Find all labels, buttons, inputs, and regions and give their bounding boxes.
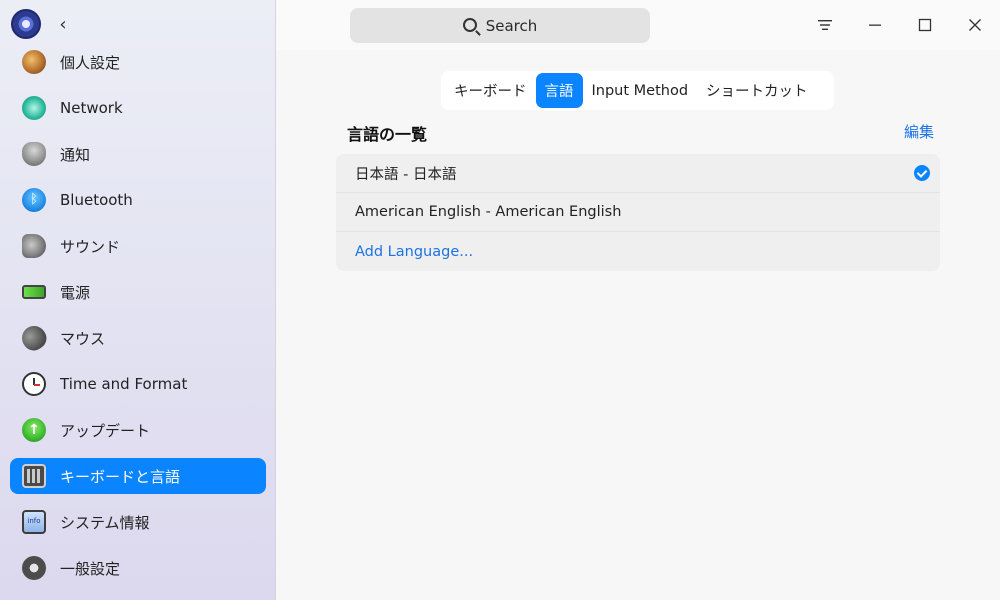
sidebar-item-label: システム情報 [60,513,150,532]
settings-tabs: キーボード 言語 Input Method ショートカット [441,71,834,110]
language-list: 日本語 - 日本語 American English - American En… [336,154,940,271]
sidebar-item-label: Time and Format [60,375,188,393]
menu-button[interactable] [813,13,837,37]
battery-icon [22,285,46,299]
sidebar-item-sound[interactable]: サウンド [10,228,266,264]
minimize-button[interactable] [863,13,887,37]
maximize-button[interactable] [913,13,937,37]
search-placeholder: Search [485,16,538,35]
speaker-icon [22,234,46,258]
minimize-icon [869,24,881,26]
sidebar-nav: 個人設定 Network 通知 ᛒ Bluetooth サウンド 電源 マウス [10,44,266,596]
update-arrow-icon: ↑ [22,418,46,442]
sidebar-item-label: マウス [60,329,106,348]
clock-icon [22,372,46,396]
general-settings-icon [22,556,46,580]
hamburger-menu-icon [818,20,832,30]
close-icon [969,19,981,31]
language-item-japanese[interactable]: 日本語 - 日本語 [336,154,940,193]
sidebar-item-general[interactable]: 一般設定 [10,550,266,586]
notification-bell-icon [22,142,46,166]
sidebar-item-label: Bluetooth [60,191,133,209]
sidebar-item-label: キーボードと言語 [60,467,181,486]
language-label: American English - American English [355,204,622,220]
tab-language[interactable]: 言語 [535,73,583,108]
sidebar-item-label: 一般設定 [60,559,121,578]
language-item-english[interactable]: American English - American English [336,193,940,232]
tab-input-method[interactable]: Input Method [583,73,698,108]
sidebar-item-bluetooth[interactable]: ᛒ Bluetooth [10,182,266,218]
sidebar-item-personalization[interactable]: 個人設定 [10,44,266,80]
add-language-button[interactable]: Add Language... [336,232,940,271]
sidebar-item-mouse[interactable]: マウス [10,320,266,356]
add-language-label: Add Language... [355,243,474,260]
close-button[interactable] [963,13,987,37]
sidebar-item-system-info[interactable]: info システム情報 [10,504,266,540]
sidebar-item-notification[interactable]: 通知 [10,136,266,172]
tab-keyboard[interactable]: キーボード [445,73,536,108]
personalization-icon [22,50,46,74]
search-icon [462,17,477,32]
language-list-title: 言語の一覧 [347,125,428,144]
sidebar: ‹ 個人設定 Network 通知 ᛒ Bluetooth サウンド 電源 マウ… [0,0,276,600]
network-icon [22,96,46,120]
search-input[interactable]: Search [350,8,650,43]
keyboard-icon [22,464,46,488]
chevron-left-icon: ‹ [59,13,67,35]
sidebar-item-time-format[interactable]: Time and Format [10,366,266,402]
system-info-icon: info [22,510,46,534]
bluetooth-icon: ᛒ [22,188,46,212]
checkmark-icon [914,165,930,181]
sidebar-item-network[interactable]: Network [10,90,266,126]
edit-button[interactable]: 編集 [904,121,934,142]
sidebar-item-label: アップデート [60,421,151,440]
sidebar-item-label: サウンド [60,237,121,256]
sidebar-item-update[interactable]: ↑ アップデート [10,412,266,448]
language-label: 日本語 - 日本語 [355,166,457,183]
control-center-logo-icon [11,9,41,39]
sidebar-item-label: 通知 [60,145,91,164]
sidebar-item-label: 電源 [60,283,91,302]
back-button[interactable]: ‹ [52,12,74,36]
sidebar-item-label: Network [60,99,123,117]
maximize-icon [918,18,932,32]
tab-shortcuts[interactable]: ショートカット [697,73,817,108]
sidebar-item-label: 個人設定 [60,53,121,72]
sidebar-item-keyboard-language[interactable]: キーボードと言語 [10,458,266,494]
mouse-icon [17,321,51,355]
sidebar-item-power[interactable]: 電源 [10,274,266,310]
